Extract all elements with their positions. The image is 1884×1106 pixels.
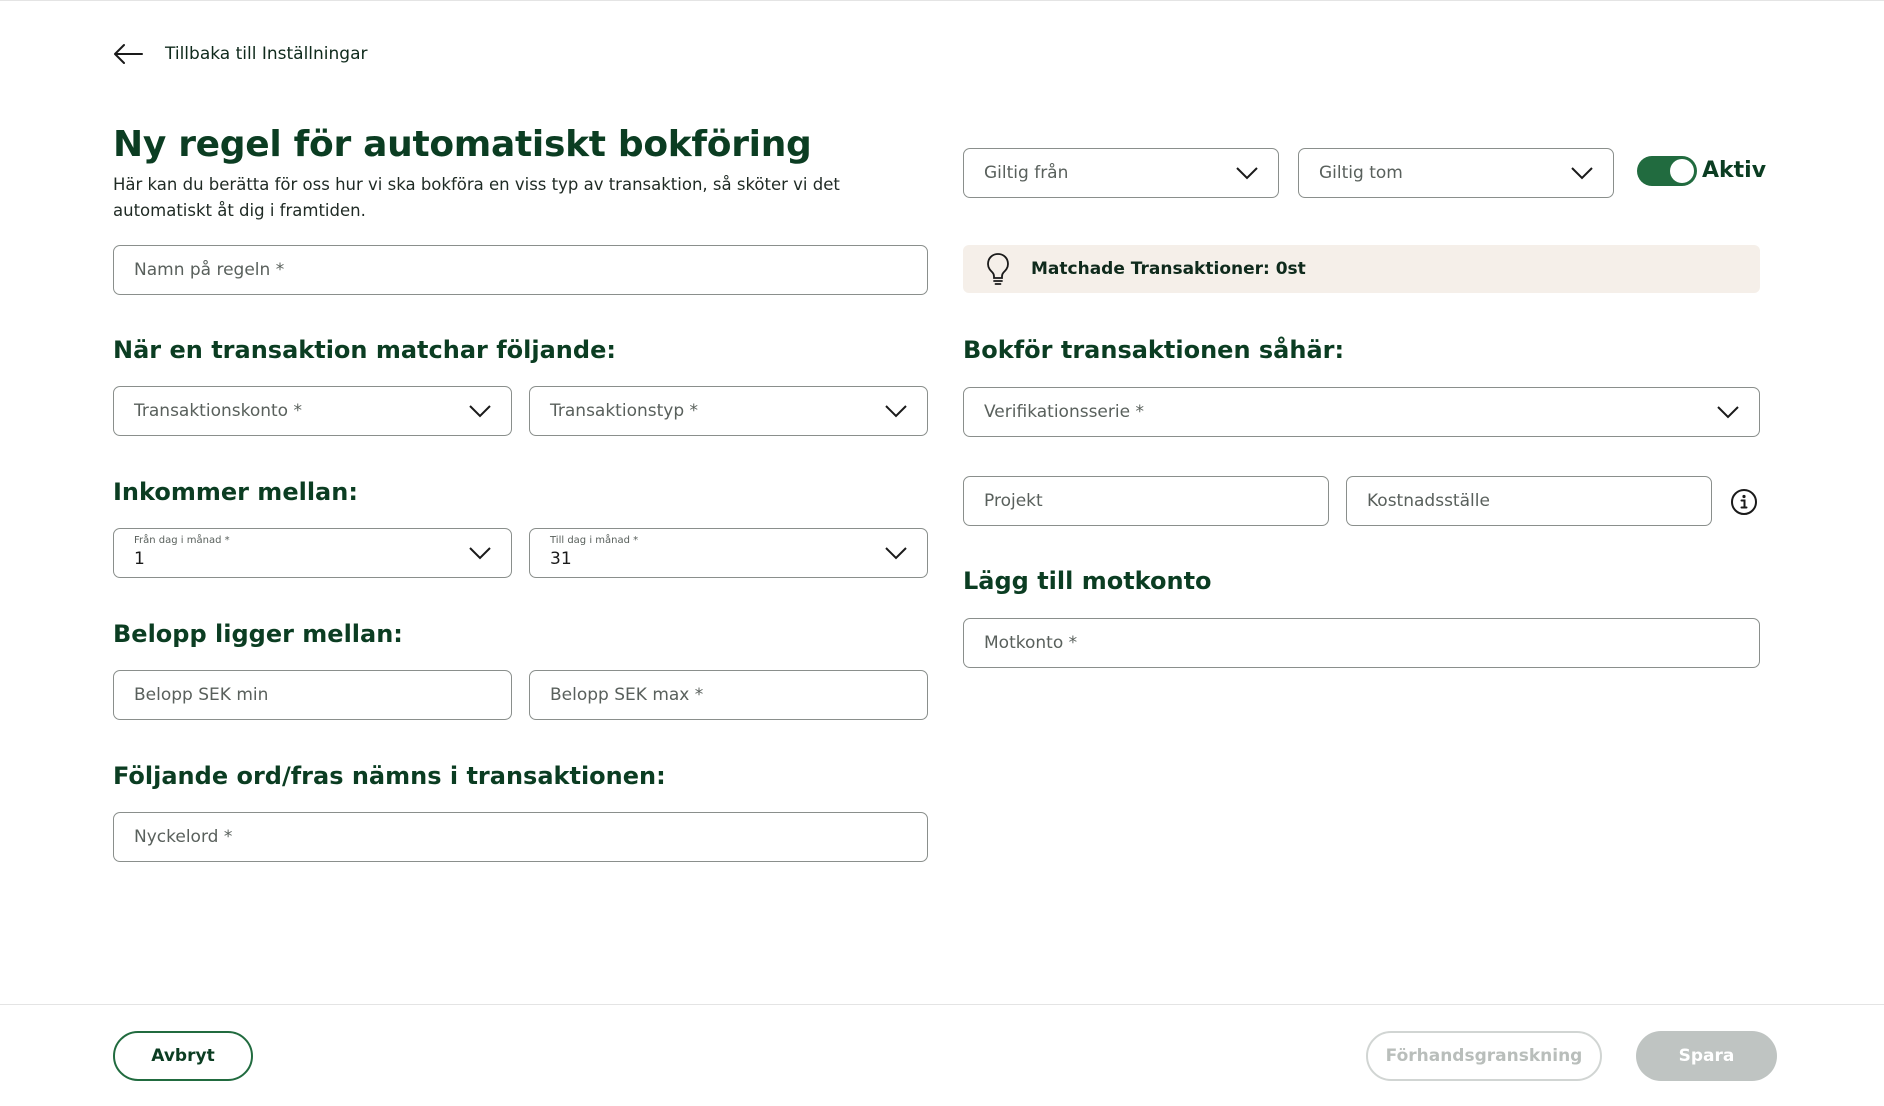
chevron-down-icon (885, 547, 907, 560)
transaction-account-select[interactable]: Transaktionskonto * (113, 386, 512, 436)
keyword-placeholder: Nyckelord * (134, 827, 233, 847)
lightbulb-icon (987, 253, 1009, 285)
amount-heading: Belopp ligger mellan: (113, 620, 403, 648)
incoming-heading: Inkommer mellan: (113, 478, 358, 506)
counter-account-heading: Lägg till motkonto (963, 567, 1212, 595)
conditions-heading: När en transaktion matchar följande: (113, 336, 616, 364)
arrow-left-icon (114, 44, 143, 64)
rule-name-input[interactable]: Namn på regeln * (113, 245, 928, 295)
chevron-down-icon (1236, 167, 1258, 180)
cancel-button[interactable]: Avbryt (113, 1031, 253, 1081)
valid-from-placeholder: Giltig från (984, 163, 1069, 183)
to-day-value: 31 (550, 549, 572, 569)
to-day-select[interactable]: Till dag i månad * 31 (529, 528, 928, 578)
matched-transactions-banner: Matchade Transaktioner: 0st (963, 245, 1760, 293)
project-input[interactable]: Projekt (963, 476, 1329, 526)
transaction-type-select[interactable]: Transaktionstyp * (529, 386, 928, 436)
valid-from-select[interactable]: Giltig från (963, 148, 1279, 198)
amount-min-placeholder: Belopp SEK min (134, 685, 269, 705)
cost-center-placeholder: Kostnadsställe (1367, 491, 1490, 511)
valid-to-placeholder: Giltig tom (1319, 163, 1403, 183)
counter-account-input[interactable]: Motkonto * (963, 618, 1760, 668)
back-link-label: Tillbaka till Inställningar (165, 44, 368, 64)
toggle-knob (1670, 159, 1694, 183)
amount-max-input[interactable]: Belopp SEK max * (529, 670, 928, 720)
verification-series-select[interactable]: Verifikationsserie * (963, 387, 1760, 437)
active-toggle[interactable] (1637, 156, 1697, 186)
booking-heading: Bokför transaktionen såhär: (963, 336, 1345, 364)
back-link[interactable]: Tillbaka till Inställningar (113, 36, 368, 72)
matched-transactions-text: Matchade Transaktioner: 0st (1031, 259, 1306, 279)
active-toggle-label: Aktiv (1702, 158, 1767, 183)
transaction-account-placeholder: Transaktionskonto * (134, 401, 302, 421)
cost-center-input[interactable]: Kostnadsställe (1346, 476, 1712, 526)
transaction-type-placeholder: Transaktionstyp * (550, 401, 699, 421)
keyword-input[interactable]: Nyckelord * (113, 812, 928, 862)
from-day-select[interactable]: Från dag i månad * 1 (113, 528, 512, 578)
chevron-down-icon (469, 547, 491, 560)
keyword-heading: Följande ord/fras nämns i transaktionen: (113, 762, 666, 790)
from-day-value: 1 (134, 549, 145, 569)
chevron-down-icon (469, 405, 491, 418)
counter-account-placeholder: Motkonto * (984, 633, 1078, 653)
amount-max-placeholder: Belopp SEK max * (550, 685, 704, 705)
valid-to-select[interactable]: Giltig tom (1298, 148, 1614, 198)
to-day-label: Till dag i månad * (550, 535, 639, 546)
save-button[interactable]: Spara (1636, 1031, 1777, 1081)
page-title: Ny regel för automatiskt bokföring (113, 124, 812, 165)
rule-name-placeholder: Namn på regeln * (134, 260, 285, 280)
from-day-label: Från dag i månad * (134, 535, 230, 546)
amount-min-input[interactable]: Belopp SEK min (113, 670, 512, 720)
verification-series-placeholder: Verifikationsserie * (984, 402, 1144, 422)
footer-divider (0, 1004, 1884, 1005)
top-divider (0, 0, 1884, 1)
project-placeholder: Projekt (984, 491, 1043, 511)
page-subtitle: Här kan du berätta för oss hur vi ska bo… (113, 175, 840, 220)
chevron-down-icon (1717, 406, 1739, 419)
chevron-down-icon (885, 405, 907, 418)
preview-button[interactable]: Förhandsgranskning (1366, 1031, 1602, 1081)
chevron-down-icon (1571, 167, 1593, 180)
info-icon[interactable] (1730, 488, 1758, 516)
